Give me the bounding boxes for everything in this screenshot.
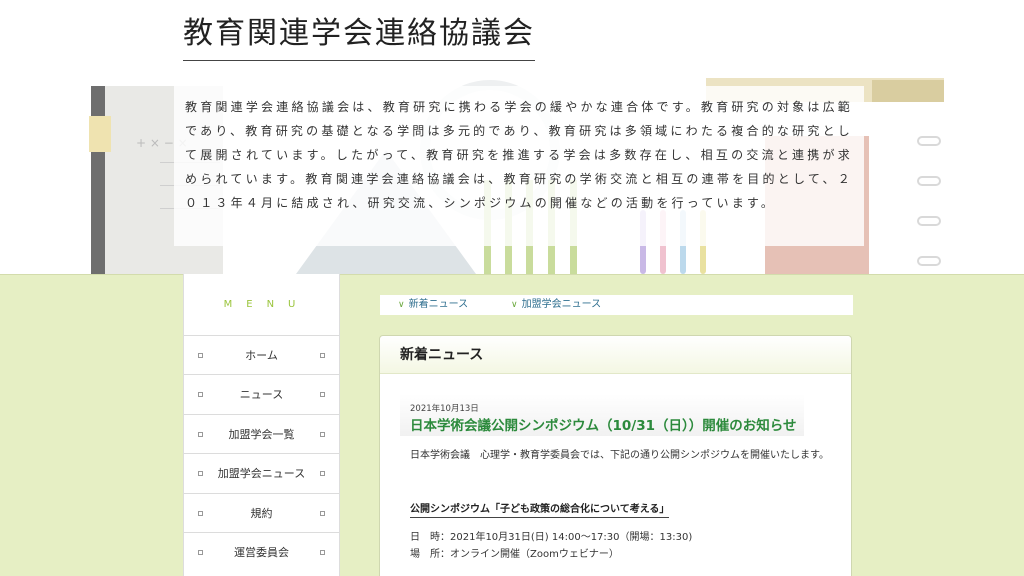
square-bullet-icon — [320, 510, 325, 516]
square-bullet-icon — [198, 510, 203, 516]
sidebar-item-label: 加盟学会一覧 — [228, 427, 295, 441]
square-bullet-icon — [198, 471, 203, 477]
tab-label: 加盟学会ニュース — [521, 299, 602, 310]
notebook-band-illustration — [89, 116, 111, 152]
site-header: + × − × 教育関連学会連絡協議会 教育関連学会連絡協議会は、教育研究に携わ… — [0, 0, 1024, 274]
square-bullet-icon — [320, 471, 325, 477]
sidebar-item-label: ホーム — [245, 349, 278, 362]
square-bullet-icon — [198, 392, 203, 398]
square-bullet-icon — [198, 353, 203, 358]
sidebar-menu: MENU ホーム ニュース 加盟学会一覧 加盟学会ニュース 規約 運営委員会 — [183, 274, 340, 576]
chevron-down-icon: ∨ — [398, 300, 405, 310]
paperclip-illustration — [917, 136, 941, 146]
square-bullet-icon — [320, 549, 325, 555]
article-title-link[interactable]: 日本学術会議公開シンポジウム（10/31（日））開催のお知らせ — [410, 414, 796, 434]
square-bullet-icon — [198, 431, 203, 437]
sidebar-item-label: 規約 — [250, 506, 273, 520]
article-subtitle: 公開シンポジウム「子ども政策の総合化について考える」 — [410, 500, 670, 518]
sidebar-item-member-societies[interactable]: 加盟学会一覧 — [184, 413, 339, 453]
article-date: 2021年10月13日 — [410, 404, 479, 414]
square-bullet-icon — [320, 431, 325, 437]
sidebar-item-news[interactable]: ニュース — [184, 374, 339, 413]
square-bullet-icon — [320, 392, 325, 398]
news-panel: 新着ニュース 2021年10月13日 日本学術会議公開シンポジウム（10/31（… — [379, 335, 852, 576]
news-tabs: ∨ 新着ニュース ∨ 加盟学会ニュース — [380, 295, 853, 315]
notebook-spine-illustration — [91, 86, 105, 274]
panel-heading: 新着ニュース — [380, 336, 851, 374]
article-venue: 場 所：オンライン開催（Zoomウェビナー） — [410, 549, 619, 560]
article-body: 日本学術会議 心理学・教育学委員会では、下記の通り公開シンポジウムを開催いたしま… — [410, 450, 829, 461]
tab-latest-news[interactable]: ∨ 新着ニュース — [398, 295, 468, 315]
sidebar-item-committee[interactable]: 運営委員会 — [184, 531, 339, 571]
site-description: 教育関連学会連絡協議会は、教育研究に携わる学会の緩やかな連合体です。教育研究の対… — [185, 100, 853, 210]
paperclip-illustration — [917, 176, 941, 186]
sidebar-item-label: 加盟学会ニュース — [217, 467, 306, 481]
square-bullet-icon — [320, 353, 325, 358]
site-title[interactable]: 教育関連学会連絡協議会 — [183, 14, 535, 61]
paperclip-illustration — [917, 216, 941, 226]
sidebar-item-home[interactable]: ホーム — [184, 335, 339, 374]
sidebar-item-member-news[interactable]: 加盟学会ニュース — [184, 453, 339, 492]
paperclip-illustration — [917, 256, 941, 266]
sidebar-item-rules[interactable]: 規約 — [184, 492, 339, 532]
menu-title: MENU — [223, 299, 310, 310]
tab-label: 新着ニュース — [408, 299, 469, 310]
tab-member-news[interactable]: ∨ 加盟学会ニュース — [511, 295, 601, 315]
sidebar-item-label: ニュース — [239, 388, 284, 402]
sidebar-item-label: 運営委員会 — [234, 545, 289, 559]
chevron-down-icon: ∨ — [511, 300, 518, 310]
article-datetime: 日 時：2021年10月31日(日) 14:00～17:30（開場：13:30) — [410, 532, 693, 543]
ruler-end-illustration — [872, 80, 944, 102]
square-bullet-icon — [198, 549, 203, 555]
